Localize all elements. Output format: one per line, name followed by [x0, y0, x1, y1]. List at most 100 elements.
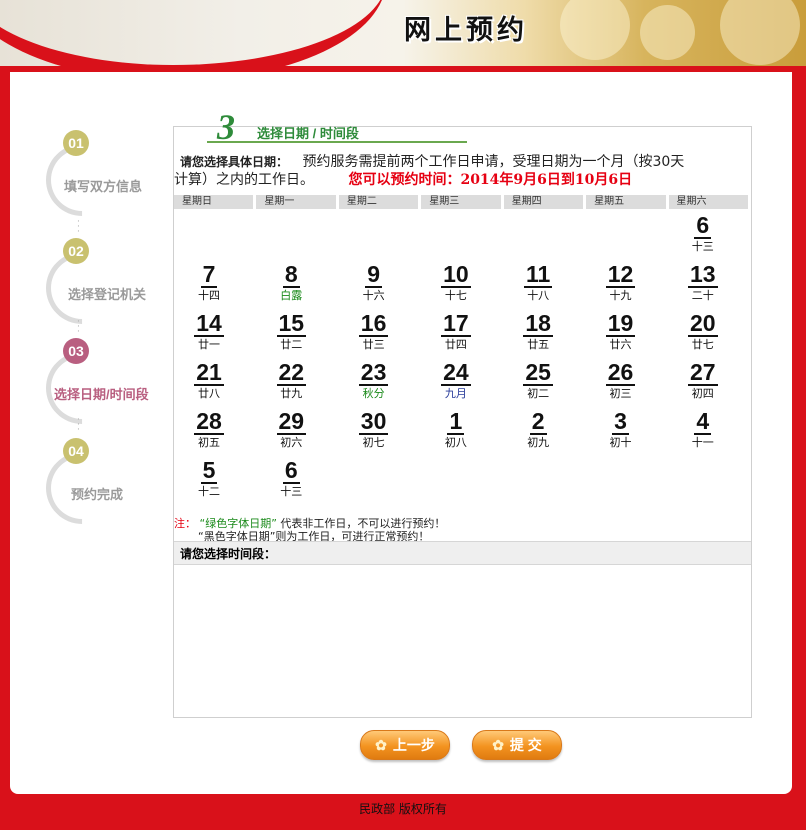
calendar-day[interactable]: 2 初九 [508, 409, 568, 457]
step-connector: · · · [77, 217, 80, 237]
flower-decoration [640, 5, 695, 60]
booking-window-notice: 您可以预约时间：2014年9月6日到10月6日 [348, 172, 633, 188]
main-panel: 01 填写双方信息 · · · 02 选择登记机关 · · · 03 选择日期/时间段 … [10, 72, 792, 794]
calendar-day-number: 9 [365, 261, 382, 288]
calendar-day[interactable]: 6 十三 [673, 213, 733, 261]
calendar-day-number: 6 [282, 457, 300, 484]
calendar-day-number: 16 [358, 310, 389, 337]
submit-label: 提 交 [509, 737, 542, 753]
flower-decoration [560, 0, 630, 60]
calendar-day[interactable]: 19 廿六 [591, 311, 651, 359]
step-01: 01 填写双方信息 [31, 129, 162, 231]
weekday-label: 星期一 [256, 195, 336, 209]
previous-step-button[interactable]: ✿ 上一步 [360, 730, 450, 760]
calendar-day-number: 3 [612, 408, 629, 435]
calendar-lunar-label: 初八 [444, 436, 467, 449]
intro-text: 请您选择具体日期： 预约服务需提前两个工作日申请，受理日期为一个月（按30天 计… [174, 153, 751, 189]
calendar-lunar-label: 廿四 [444, 338, 467, 351]
weekday-label: 星期日 [174, 195, 254, 209]
calendar-lunar-label: 廿六 [609, 338, 632, 351]
calendar-day[interactable]: 12 十九 [591, 262, 651, 310]
step-number: 03 [63, 338, 89, 364]
calendar-day[interactable]: 4 十一 [673, 409, 733, 457]
calendar-day-number: 11 [524, 261, 553, 288]
calendar-day[interactable]: 13 二十 [673, 262, 733, 310]
calendar-day[interactable]: 5 十二 [179, 458, 239, 506]
calendar-day[interactable]: 10 十七 [426, 262, 486, 310]
calendar-day[interactable]: 29 初六 [261, 409, 321, 457]
calendar-day-number: 27 [688, 359, 718, 386]
calendar-lunar-label: 十三 [280, 485, 303, 498]
calendar-day-number: 15 [276, 310, 307, 337]
calendar-day[interactable]: 15 廿二 [261, 311, 321, 359]
calendar-day-number: 28 [194, 408, 224, 435]
calendar-day-number: 8 [282, 261, 300, 288]
calendar-lunar-label: 白露 [280, 289, 303, 302]
calendar-lunar-label: 廿九 [280, 387, 303, 400]
calendar-lunar-label: 廿一 [198, 338, 220, 351]
calendar-lunar-label: 十八 [527, 289, 550, 302]
submit-button[interactable]: ✿ 提 交 [472, 730, 562, 760]
header-banner: 网上预约 [0, 0, 806, 70]
calendar-day-number: 13 [688, 261, 718, 288]
calendar-day[interactable]: 27 初四 [673, 360, 733, 408]
calendar-lunar-label: 十六 [362, 289, 385, 302]
calendar-day[interactable]: 3 初十 [591, 409, 651, 457]
calendar-day[interactable]: 22 廿九 [261, 360, 321, 408]
calendar-day[interactable]: 17 廿四 [426, 311, 486, 359]
page-title: 网上预约 [404, 15, 528, 46]
calendar-lunar-label: 二十 [691, 289, 714, 302]
step-02: 02 选择登记机关 [31, 237, 162, 339]
step-number: 02 [63, 238, 89, 264]
step-tab: 3 选择日期 / 时间段 [207, 107, 467, 147]
calendar-day[interactable]: 25 初二 [508, 360, 568, 408]
step-connector: · · · [77, 415, 80, 435]
weekday-label: 星期六 [668, 195, 748, 209]
calendar-day[interactable]: 24 九月 [426, 360, 486, 408]
calendar-lunar-label: 十二 [198, 485, 220, 498]
legend-note: 注： “绿色字体日期” 代表非工作日，不可以进行预约！ “黑色字体日期”则为工作… [174, 517, 445, 543]
step-number: 01 [63, 130, 89, 156]
time-slot-heading: 请您选择时间段： [174, 541, 751, 565]
calendar-day-number: 24 [441, 359, 471, 386]
calendar-lunar-label: 初九 [527, 436, 550, 449]
step-04: 04 预约完成 [31, 437, 162, 539]
step-tab-underline [207, 141, 467, 143]
calendar-day[interactable]: 20 廿七 [673, 311, 733, 359]
calendar-day[interactable]: 30 初七 [344, 409, 404, 457]
step-label: 预约完成 [71, 487, 124, 502]
calendar-day-number: 10 [441, 261, 471, 288]
calendar-day[interactable]: 16 廿三 [344, 311, 404, 359]
calendar-day-number: 5 [200, 457, 218, 484]
flower-decoration [720, 0, 800, 65]
calendar-day-number: 2 [529, 408, 547, 435]
calendar-day-number: 1 [447, 408, 465, 435]
weekday-label: 星期五 [586, 195, 666, 209]
calendar-day[interactable]: 18 廿五 [508, 311, 568, 359]
step-tab-number: 3 [217, 107, 235, 147]
calendar-day[interactable]: 7 十四 [179, 262, 239, 310]
calendar-day: 23 秋分 [344, 360, 404, 408]
calendar-day-number: 6 [694, 212, 712, 239]
calendar-day-number: 23 [358, 359, 389, 386]
weekday-label: 星期二 [338, 195, 419, 209]
calendar-lunar-label: 十一 [691, 436, 714, 449]
calendar-day[interactable]: 1 初八 [426, 409, 486, 457]
calendar-day[interactable]: 14 廿一 [179, 311, 239, 359]
calendar-day-number: 17 [441, 310, 471, 337]
calendar-day[interactable]: 9 十六 [344, 262, 404, 310]
calendar-day[interactable]: 21 廿八 [179, 360, 239, 408]
calendar-day[interactable]: 11 十八 [508, 262, 568, 310]
step-connector: · · · [77, 317, 80, 337]
calendar-day[interactable]: 6 十三 [261, 458, 321, 506]
calendar-day[interactable]: 26 初三 [591, 360, 651, 408]
footer: 民政部 版权所有 [0, 802, 806, 816]
calendar-day: 8 白露 [261, 262, 321, 310]
previous-step-label: 上一步 [392, 737, 435, 753]
calendar-lunar-label: 初六 [280, 436, 303, 449]
copyright-text: 民政部 版权所有 [359, 802, 447, 816]
intro-lead: 请您选择具体日期： [180, 155, 289, 169]
red-swoosh-decoration [0, 0, 386, 70]
calendar-day[interactable]: 28 初五 [179, 409, 239, 457]
calendar-lunar-label: 廿五 [527, 338, 550, 351]
